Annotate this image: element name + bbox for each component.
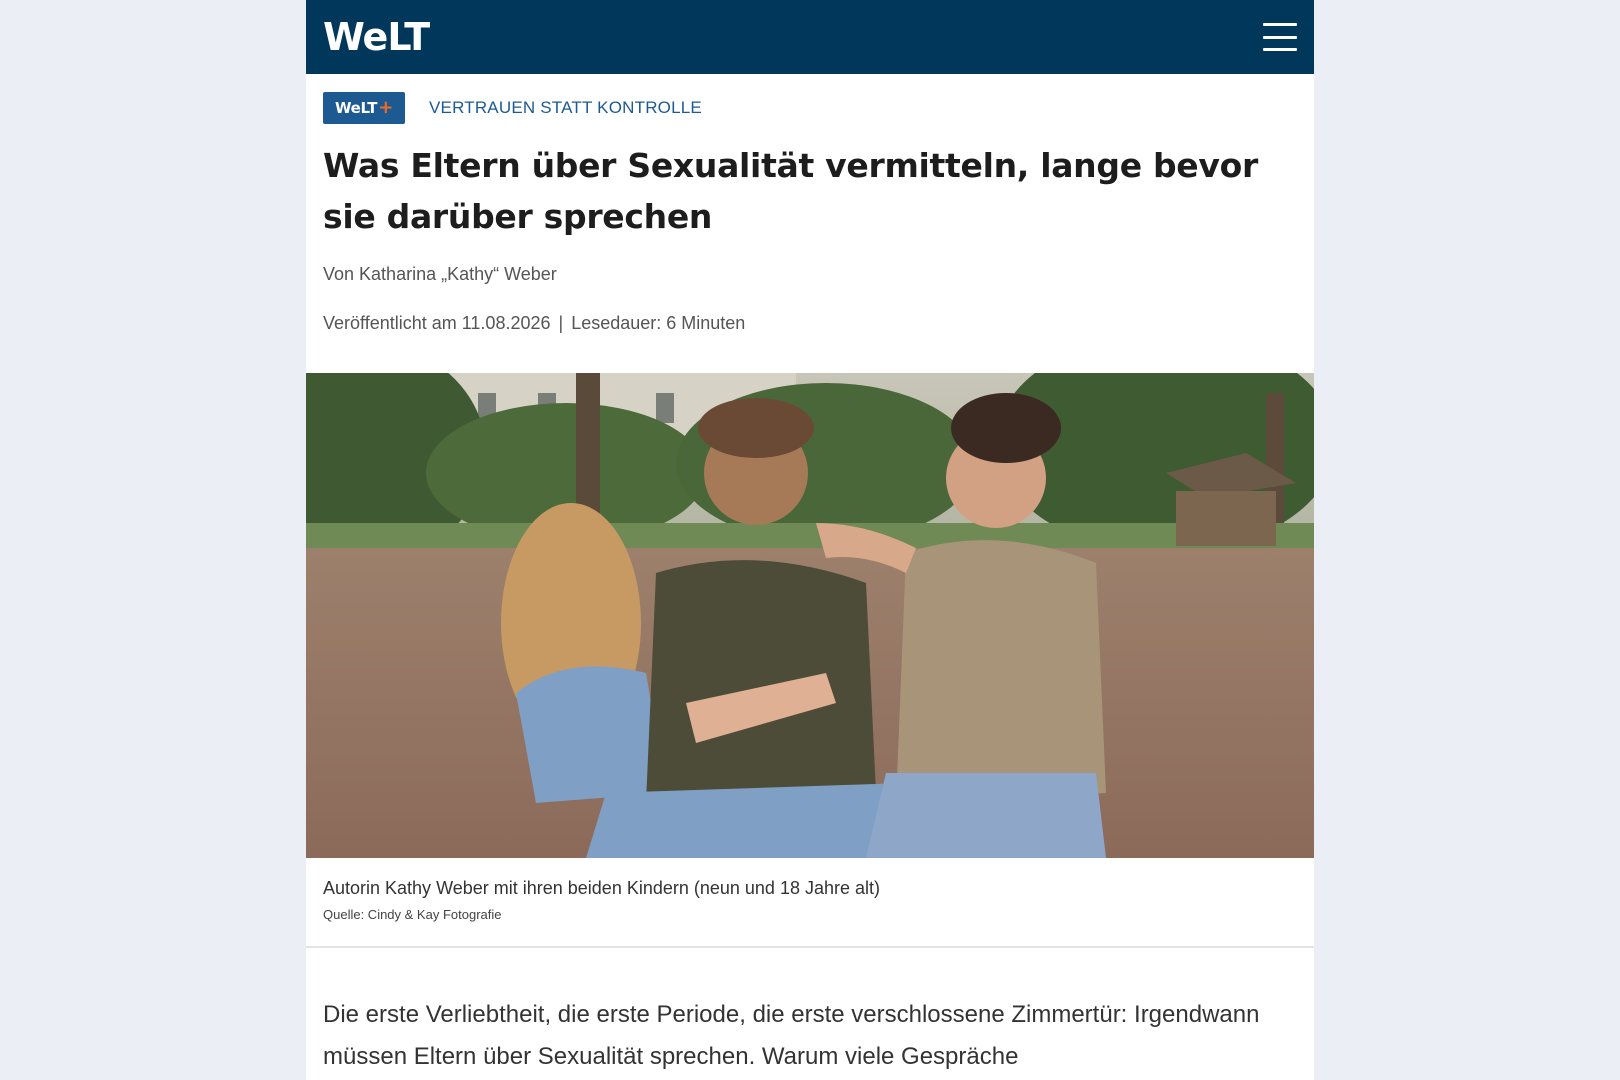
article-page: WeLT WeLT + VERTRAUEN STATT KONTROLLE Was… xyxy=(306,0,1314,1080)
welt-logo[interactable]: WeLT xyxy=(323,18,430,56)
site-header: WeLT xyxy=(306,0,1314,74)
article-headline: Was Eltern über Sexualität vermitteln, l… xyxy=(323,146,1258,236)
hamburger-menu-icon[interactable] xyxy=(1263,23,1297,51)
article-kicker: VERTRAUEN STATT KONTROLLE xyxy=(429,97,702,117)
article-body-text: Die erste Verliebtheit, die erste Period… xyxy=(323,1001,1260,1070)
hero-image[interactable] xyxy=(306,373,1314,858)
article-meta-row: WeLT + VERTRAUEN STATT KONTROLLE xyxy=(306,74,1314,124)
image-source: Quelle: Cindy & Kay Fotografie xyxy=(323,907,502,922)
welt-plus-badge: WeLT + xyxy=(323,91,405,124)
article-published-info: Veröffentlicht am 11.08.2026 | Lesedauer: … xyxy=(306,285,1314,334)
image-caption: Autorin Kathy Weber mit ihren beiden Kin… xyxy=(323,878,880,898)
published-date: Veröffentlicht am 11.08.2026 xyxy=(323,313,551,333)
meta-separator: | xyxy=(558,313,564,333)
image-caption-area: Autorin Kathy Weber mit ihren beiden Kin… xyxy=(306,858,1314,948)
article-author[interactable]: Von Katharina „Kathy“ Weber xyxy=(306,242,1314,285)
plus-icon: + xyxy=(378,97,394,118)
reading-time: Lesedauer: 6 Minuten xyxy=(571,313,746,333)
welt-plus-badge-text: WeLT xyxy=(334,98,378,117)
